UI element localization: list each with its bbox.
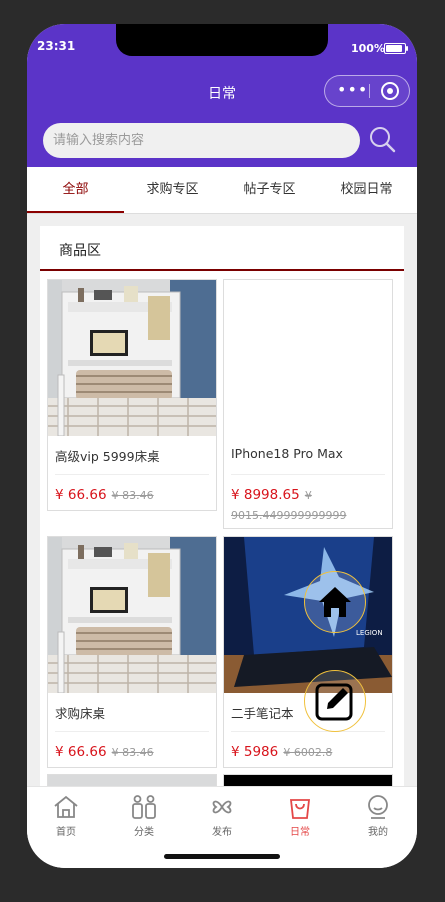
capsule-divider bbox=[369, 84, 370, 98]
tabbar-label: 分类 bbox=[134, 827, 154, 838]
category-icon bbox=[132, 795, 156, 819]
product-name: 求购床桌 bbox=[55, 706, 106, 721]
tabbar-label: 发布 bbox=[212, 827, 232, 838]
tabbar-label: 我的 bbox=[368, 827, 388, 838]
tab-wanted[interactable]: 求购专区 bbox=[124, 167, 221, 213]
search-icon[interactable] bbox=[368, 125, 396, 153]
battery-percent: 100% bbox=[351, 42, 385, 55]
search-bar[interactable] bbox=[43, 123, 360, 158]
profile-icon bbox=[368, 795, 388, 819]
original-price: ¥ 83.46 bbox=[111, 746, 154, 759]
active-tab-indicator bbox=[27, 211, 124, 213]
status-time: 23:31 bbox=[37, 39, 76, 53]
product-name: IPhone18 Pro Max bbox=[231, 446, 343, 461]
product-price: ¥ 66.66 bbox=[55, 744, 107, 760]
product-card[interactable]: 高级vip 5999床桌 ¥ 66.66 ¥ 83.46 bbox=[47, 279, 217, 511]
tabbar-item-daily[interactable]: 日常 bbox=[261, 787, 339, 841]
search-input[interactable] bbox=[43, 123, 353, 158]
product-image[interactable] bbox=[48, 280, 216, 436]
card-divider bbox=[55, 731, 209, 732]
product-price: ¥ 66.66 bbox=[55, 487, 107, 503]
tab-posts[interactable]: 帖子专区 bbox=[221, 167, 318, 213]
product-card[interactable]: LEGION 二手笔记本 ¥ 5986 ¥ 6002.8 bbox=[223, 536, 393, 768]
card-divider bbox=[55, 474, 209, 475]
category-tabs: 全部 求购专区 帖子专区 校园日常 bbox=[27, 167, 417, 214]
notch bbox=[116, 24, 328, 56]
price-block: ¥ 66.66 ¥ 83.46 bbox=[55, 485, 205, 505]
home-indicator[interactable] bbox=[164, 854, 280, 859]
product-name: 高级vip 5999床桌 bbox=[55, 449, 160, 464]
original-price: ¥ 6002.8 bbox=[283, 746, 333, 759]
product-price: ¥ 8998.65 bbox=[231, 487, 300, 503]
tabbar-item-home[interactable]: 首页 bbox=[27, 787, 105, 841]
edit-icon[interactable] bbox=[305, 671, 365, 731]
tabbar-item-publish[interactable]: 发布 bbox=[183, 787, 261, 841]
bag-icon bbox=[289, 799, 311, 819]
price-block: ¥ 5986 ¥ 6002.8 bbox=[231, 742, 381, 762]
product-name: 二手笔记本 bbox=[231, 706, 294, 721]
tabbar-item-category[interactable]: 分类 bbox=[105, 787, 183, 841]
battery-icon bbox=[384, 43, 408, 54]
more-icon[interactable]: ••• bbox=[337, 82, 368, 98]
tab-all[interactable]: 全部 bbox=[27, 167, 124, 213]
close-circle-icon[interactable] bbox=[381, 82, 399, 100]
home-icon[interactable] bbox=[305, 572, 365, 632]
card-divider bbox=[231, 474, 385, 475]
home-icon bbox=[54, 795, 78, 818]
product-price: ¥ 5986 bbox=[231, 744, 279, 760]
edit-fab[interactable] bbox=[304, 670, 366, 732]
tab-campus-daily[interactable]: 校园日常 bbox=[318, 167, 415, 213]
price-block: ¥ 66.66 ¥ 83.46 bbox=[55, 742, 205, 762]
section-title: 商品区 bbox=[59, 243, 101, 259]
publish-icon bbox=[212, 800, 232, 814]
product-image[interactable] bbox=[48, 537, 216, 693]
phone-screen: 23:31 100% 日常 ••• 全部 求购专区 帖子专区 校园日常 商品区 bbox=[27, 24, 417, 868]
content-area: 商品区 高级vip 5999床桌 ¥ 66.66 ¥ 83.46 IPhone1… bbox=[27, 214, 417, 806]
home-fab[interactable] bbox=[304, 571, 366, 633]
product-image[interactable] bbox=[224, 280, 392, 436]
tabbar-label: 首页 bbox=[56, 827, 76, 838]
tabbar-label: 日常 bbox=[290, 827, 310, 838]
tabbar-item-profile[interactable]: 我的 bbox=[339, 787, 417, 841]
product-card[interactable]: IPhone18 Pro Max ¥ 8998.65 ¥ 9015.449999… bbox=[223, 279, 393, 529]
product-card[interactable]: 求购床桌 ¥ 66.66 ¥ 83.46 bbox=[47, 536, 217, 768]
card-divider bbox=[231, 731, 385, 732]
original-price: ¥ 83.46 bbox=[111, 489, 154, 502]
price-block: ¥ 8998.65 ¥ 9015.449999999999 bbox=[231, 485, 381, 525]
section-header: 商品区 bbox=[40, 226, 404, 270]
mini-program-capsule[interactable]: ••• bbox=[324, 75, 410, 107]
